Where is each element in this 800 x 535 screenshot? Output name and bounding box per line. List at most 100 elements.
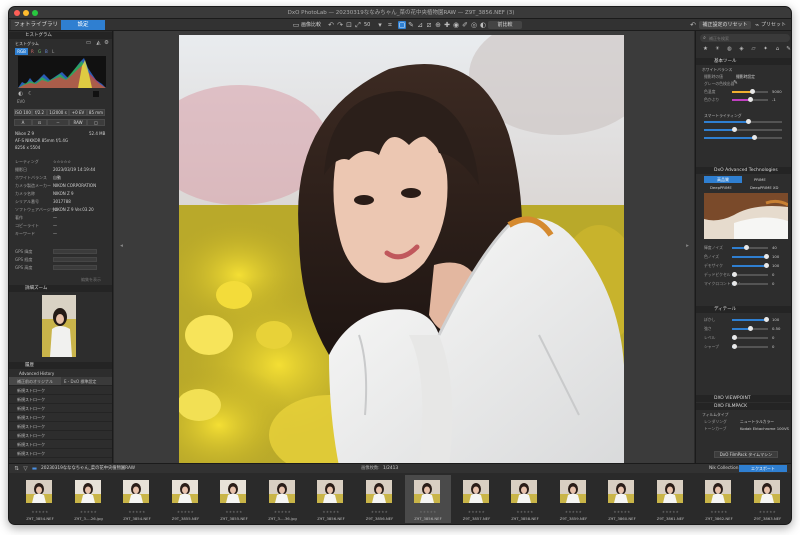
image-viewer[interactable]: ◂ ▸ <box>114 31 694 466</box>
noise-mode-deepprime[interactable]: DeepPRIME <box>710 185 732 190</box>
slider-value[interactable]: 0 <box>772 344 774 349</box>
filmstrip-thumbnail[interactable]: ★★★★★ Z9T_3856.NEF <box>308 475 354 523</box>
thumbnail-rating[interactable]: ★★★★★ <box>17 510 63 514</box>
history-item[interactable]: 補正前のオリジナル <box>9 377 61 386</box>
gps-field[interactable] <box>53 265 97 270</box>
slider-knob[interactable] <box>731 272 737 277</box>
red-eye-icon[interactable]: ◉ <box>452 21 460 29</box>
geometry-icon[interactable]: ▱ <box>750 46 757 52</box>
thumbnail-rating[interactable]: ★★★★★ <box>357 510 403 514</box>
history-item[interactable]: 新規ストローク <box>9 395 112 404</box>
thumbnail-rating[interactable]: ★★★★★ <box>648 510 694 514</box>
filmstrip-thumbnail[interactable]: ★★★★★ Z9T_3856.NEF <box>405 475 451 523</box>
meta-value[interactable]: 3017788 <box>53 199 71 204</box>
compare-icon[interactable]: ▭ <box>292 21 300 29</box>
undo-icon[interactable]: ↶ <box>689 21 697 29</box>
rotate-left-icon[interactable]: ↶ <box>327 21 335 29</box>
filmstrip-thumbnail[interactable]: ★★★★★ Z9T_3855.NEF <box>163 475 209 523</box>
history-item[interactable]: 新規ストローク <box>9 386 112 395</box>
history-item[interactable]: E - DxO 標準設定 <box>61 377 112 386</box>
adjust-slider[interactable] <box>731 335 768 340</box>
filmstrip-thumbnail[interactable]: ★★★★★ Z9T_3854.NEF <box>17 475 63 523</box>
filmstrip-thumbnail[interactable]: ★★★★★ Z9T_3...-26.jpg <box>66 475 112 523</box>
slider-knob[interactable] <box>731 344 737 349</box>
meta-value[interactable]: NIKON CORPORATION <box>53 183 96 188</box>
zoom-value[interactable]: 50 <box>364 20 370 30</box>
shadow-clip-icon[interactable]: ◐ <box>17 91 24 97</box>
wb-setting-value[interactable]: 撮影時設定 <box>736 74 755 79</box>
meta-value[interactable]: — <box>53 215 57 220</box>
slider-value[interactable]: 0 <box>772 281 774 286</box>
mask-icon[interactable]: ◐ <box>479 21 487 29</box>
zoom-dropdown-icon[interactable]: ▾ <box>376 21 384 29</box>
channel-b-button[interactable]: B <box>45 49 48 54</box>
meta-value[interactable]: NIKON Z 9 <box>53 191 74 196</box>
filmstrip-thumbnail[interactable]: ★★★★★ Z9T_3862.NEF <box>696 475 742 523</box>
horizon-tool-icon[interactable]: ⊿ <box>416 21 424 29</box>
channel-g-button[interactable]: G <box>38 49 41 54</box>
advanced-history-label[interactable]: Advanced History <box>19 371 54 376</box>
histogram-section-header[interactable]: ヒストグラム <box>9 32 112 39</box>
history-item[interactable]: 新規ストローク <box>9 431 112 440</box>
tab-photo-library[interactable]: フォトライブラリ <box>11 20 61 30</box>
filmstrip-thumbnail[interactable]: ★★★★★ Z9T_3855.NEF <box>211 475 257 523</box>
history-item[interactable]: 新規ストローク <box>9 449 112 458</box>
color-icon[interactable]: ◍ <box>726 46 733 52</box>
filmstrip-thumbnail[interactable]: ★★★★★ Z9T_3858.NEF <box>502 475 548 523</box>
local-adjust-icon[interactable]: ⊕ <box>434 21 442 29</box>
adjust-slider[interactable] <box>731 272 768 277</box>
folder-icon[interactable]: ▬ <box>31 466 38 472</box>
filter-icon[interactable]: ▽ <box>22 466 29 472</box>
channel-rgb-button[interactable]: RGB <box>15 48 28 55</box>
thumbnail-rating[interactable]: ★★★★★ <box>308 510 354 514</box>
search-input[interactable] <box>709 34 787 42</box>
thumbnail-rating[interactable]: ★★★★★ <box>66 510 112 514</box>
crop-icon[interactable]: ⊡ <box>345 21 353 29</box>
adjust-slider[interactable] <box>731 281 768 286</box>
filmstrip-thumbnail[interactable]: ★★★★★ Z9T_3860.NEF <box>599 475 645 523</box>
film-render-value[interactable]: ニュートラルカラー <box>740 419 774 424</box>
thumbnail-rating[interactable]: ★★★★★ <box>599 510 645 514</box>
smart-lighting-slider-2[interactable] <box>704 127 782 132</box>
gps-field[interactable] <box>53 249 97 254</box>
detail-header[interactable]: ディテール <box>696 306 791 313</box>
viewpoint-header[interactable]: DXO VIEWPOINT <box>696 395 791 402</box>
advanced-tech-header[interactable]: DxO Advanced Technologies <box>696 167 791 174</box>
effects-icon[interactable]: ✦ <box>762 46 769 52</box>
slider-value[interactable]: 100 <box>772 317 779 322</box>
thumbnail-rating[interactable]: ★★★★★ <box>454 510 500 514</box>
smart-lighting-slider-3[interactable] <box>704 135 782 140</box>
slider-knob[interactable] <box>748 97 753 102</box>
filmstrip-thumbnail[interactable]: ★★★★★ Z9T_3861.NEF <box>648 475 694 523</box>
tab-customize[interactable]: 設定 <box>61 20 105 30</box>
thumbnail-rating[interactable]: ★★★★★ <box>551 510 597 514</box>
selection-tool-icon[interactable]: ▢ <box>398 21 406 29</box>
adjust-slider[interactable] <box>732 326 768 331</box>
thumbnail-rating[interactable]: ★★★★★ <box>114 510 160 514</box>
slider-knob[interactable] <box>731 335 737 340</box>
slider-value[interactable]: 0.50 <box>772 326 780 331</box>
rotate-right-icon[interactable]: ↷ <box>336 21 344 29</box>
highlight-clip-swatch[interactable] <box>93 91 99 97</box>
thumbnail-rating[interactable]: ★★★★★ <box>696 510 742 514</box>
filmpack-timemachine-button[interactable]: DxO FilmPack タイムマシン <box>714 451 778 458</box>
thumbnail-rating[interactable]: ★★★★★ <box>211 510 257 514</box>
slider-knob[interactable] <box>744 245 750 250</box>
smart-lighting-slider[interactable] <box>704 119 782 124</box>
channel-r-button[interactable]: R <box>31 49 34 54</box>
preset-button[interactable]: プリセット <box>761 20 786 30</box>
detail-zoom-header[interactable]: 詳細ズーム <box>9 285 112 292</box>
collapse-right-panel-icon[interactable]: ▸ <box>684 243 691 249</box>
slider-knob[interactable] <box>731 281 737 286</box>
adjust-slider[interactable] <box>732 317 770 322</box>
white-balance-picker-icon[interactable]: ✎ <box>407 21 415 29</box>
thumbnail-rating[interactable]: ★★★★★ <box>745 510 791 514</box>
slider-knob[interactable] <box>748 326 753 331</box>
gps-field[interactable] <box>53 257 97 262</box>
favorites-icon[interactable]: ★ <box>702 46 709 52</box>
light-icon[interactable]: ☀ <box>714 46 721 52</box>
meta-value[interactable]: NIKON Z 9 Ver.03.20 <box>53 207 94 212</box>
detail-zoom-preview[interactable] <box>42 295 76 357</box>
main-photo[interactable] <box>179 35 624 466</box>
history-item[interactable]: 新規ストローク <box>9 422 112 431</box>
